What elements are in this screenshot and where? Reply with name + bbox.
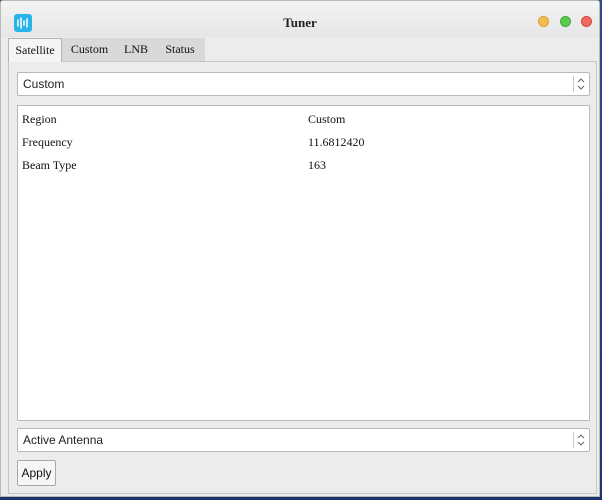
- property-value: 11.6812420: [308, 135, 365, 149]
- list-item[interactable]: Frequency 11.6812420: [18, 131, 589, 151]
- property-value: Custom: [308, 112, 346, 126]
- antenna-select-value: Active Antenna: [23, 433, 104, 447]
- tab-lnb[interactable]: LNB: [117, 38, 155, 61]
- tab-status[interactable]: Status: [155, 38, 205, 61]
- list-item[interactable]: Region Custom: [18, 108, 589, 128]
- satellite-select-value: Custom: [23, 77, 65, 91]
- close-icon[interactable]: [581, 16, 592, 27]
- satellite-select[interactable]: Custom: [17, 72, 590, 96]
- window-title: Tuner: [283, 15, 317, 30]
- tuner-window: Tuner Satellite Custom LNB Status Custom…: [0, 0, 600, 497]
- property-key: Frequency: [22, 135, 73, 149]
- antenna-select[interactable]: Active Antenna: [17, 428, 590, 452]
- properties-list: Region Custom Frequency 11.6812420 Beam …: [17, 105, 590, 421]
- property-key: Beam Type: [22, 158, 77, 172]
- list-item[interactable]: Beam Type 163: [18, 154, 589, 174]
- tab-satellite[interactable]: Satellite: [8, 38, 62, 62]
- property-value: 163: [308, 158, 326, 172]
- satellite-panel: Custom Region Custom Frequency 11.681242…: [8, 61, 597, 494]
- updown-arrows-icon: [573, 432, 588, 448]
- titlebar: Tuner: [1, 1, 599, 37]
- apply-button[interactable]: Apply: [17, 460, 56, 486]
- property-key: Region: [22, 112, 57, 126]
- tab-custom[interactable]: Custom: [62, 38, 117, 61]
- maximize-icon[interactable]: [560, 16, 571, 27]
- updown-arrows-icon: [573, 76, 588, 92]
- minimize-icon[interactable]: [538, 16, 549, 27]
